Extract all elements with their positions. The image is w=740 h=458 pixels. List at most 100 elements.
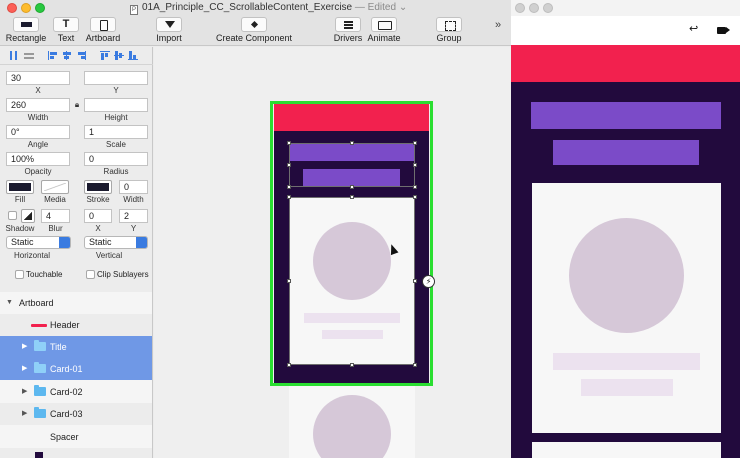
layer-row-card-03[interactable]: ▶ Card-03 xyxy=(0,403,152,425)
toolbar: Rectangle Text Artboard Import Create Co… xyxy=(0,16,511,46)
opacity-field[interactable]: 100% xyxy=(6,152,70,166)
layer-row-artboard[interactable]: ▼ Artboard xyxy=(0,292,152,314)
distribute-vertical-icon[interactable] xyxy=(24,51,34,60)
disclosure-right-icon[interactable]: ▶ xyxy=(22,336,27,358)
layers-panel: ▼ Artboard Header ▶ Title ▶ Card-01 ▶ Ca… xyxy=(0,292,153,458)
undo-icon[interactable]: ↩︎ xyxy=(689,22,698,35)
resize-handle[interactable] xyxy=(413,195,417,199)
clip-sublayers-checkbox[interactable] xyxy=(86,270,95,279)
align-center-vertical-icon[interactable] xyxy=(114,51,124,60)
horizontal-select[interactable]: Static xyxy=(6,236,71,249)
align-right-icon[interactable] xyxy=(76,51,86,60)
resize-handle[interactable] xyxy=(350,195,354,199)
resize-handle[interactable] xyxy=(287,141,291,145)
rectangle-label: Rectangle xyxy=(5,33,47,43)
align-top-icon[interactable] xyxy=(100,51,110,60)
text-button[interactable]: Text xyxy=(51,16,81,43)
shadow-color-swatch[interactable] xyxy=(21,209,35,223)
resize-handle[interactable] xyxy=(413,163,417,167)
vertical-select[interactable]: Static xyxy=(84,236,148,249)
shadow-y-field[interactable]: 2 xyxy=(119,209,148,223)
resize-handle[interactable] xyxy=(350,185,354,189)
principle-window: P 01A_Principle_CC_ScrollableContent_Exer… xyxy=(0,0,511,458)
preview-toolbar: ↩︎ xyxy=(511,16,740,45)
disclosure-right-icon[interactable]: ▶ xyxy=(22,381,27,403)
x-field[interactable]: 30 xyxy=(6,71,70,85)
card-image-placeholder xyxy=(313,395,391,458)
layer-row-spacer[interactable]: Spacer xyxy=(0,426,152,448)
align-center-horizontal-icon[interactable] xyxy=(62,51,72,60)
layer-row-card-02[interactable]: ▶ Card-02 xyxy=(0,381,152,403)
lock-aspect-icon[interactable]: 🔒︎ xyxy=(73,100,81,110)
title-selection-box xyxy=(289,143,415,187)
resize-handle[interactable] xyxy=(287,163,291,167)
camera-icon[interactable] xyxy=(717,27,726,34)
resize-handle[interactable] xyxy=(287,363,291,367)
y-label: Y xyxy=(113,86,119,95)
artboard-button[interactable]: Artboard xyxy=(83,16,123,43)
drivers-button[interactable]: Drivers xyxy=(332,16,364,43)
resize-handle[interactable] xyxy=(350,363,354,367)
lightning-bolt-icon[interactable]: ⚡︎ xyxy=(422,275,435,288)
minimize-window-button[interactable] xyxy=(529,3,539,13)
layer-row-partial[interactable] xyxy=(0,448,152,458)
blur-field[interactable]: 4 xyxy=(41,209,70,223)
layer-row-header[interactable]: Header xyxy=(0,314,152,336)
resize-handle[interactable] xyxy=(413,363,417,367)
group-button[interactable]: Group xyxy=(433,16,465,43)
scale-field[interactable]: 1 xyxy=(84,125,148,139)
layer-row-card-01[interactable]: ▶ Card-01 xyxy=(0,358,152,380)
disclosure-right-icon[interactable]: ▶ xyxy=(22,403,27,425)
distribute-horizontal-icon[interactable] xyxy=(9,51,19,60)
rectangle-button[interactable]: Rectangle xyxy=(4,16,48,43)
radius-label: Radius xyxy=(103,167,129,176)
shadow-checkbox[interactable] xyxy=(8,211,17,220)
zoom-window-button[interactable] xyxy=(35,3,45,13)
close-window-button[interactable] xyxy=(515,3,525,13)
x-label: X xyxy=(35,86,41,95)
shape-line-icon xyxy=(31,324,47,327)
chevron-down-icon[interactable]: ⌄ xyxy=(396,2,407,13)
layer-row-title[interactable]: ▶ Title xyxy=(0,336,152,358)
stroke-width-field[interactable]: 0 xyxy=(119,180,148,194)
resize-handle[interactable] xyxy=(350,141,354,145)
disclosure-down-icon[interactable]: ▼ xyxy=(6,292,13,314)
y-field[interactable] xyxy=(84,71,148,85)
stroke-width-label: Width xyxy=(123,195,144,204)
resize-handle[interactable] xyxy=(413,279,417,283)
resize-handle[interactable] xyxy=(287,195,291,199)
preview-card-02[interactable] xyxy=(532,442,721,458)
angle-label: Angle xyxy=(27,140,49,149)
shadow-x-field[interactable]: 0 xyxy=(84,209,112,223)
touchable-checkbox[interactable] xyxy=(15,270,24,279)
resize-handle[interactable] xyxy=(287,185,291,189)
width-field[interactable]: 260 xyxy=(6,98,70,112)
toolbar-overflow-button[interactable]: » xyxy=(495,19,501,31)
animate-button[interactable]: Animate xyxy=(366,16,402,43)
create-component-button[interactable]: Create Component xyxy=(215,16,293,43)
radius-field[interactable]: 0 xyxy=(84,152,148,166)
fill-swatch[interactable] xyxy=(6,180,34,194)
minimize-window-button[interactable] xyxy=(21,3,31,13)
disclosure-right-icon[interactable]: ▶ xyxy=(22,358,27,380)
resize-handle[interactable] xyxy=(413,185,417,189)
height-field[interactable] xyxy=(84,98,148,112)
edited-status[interactable]: — Edited xyxy=(355,2,396,13)
preview-header xyxy=(511,45,740,82)
import-button[interactable]: Import xyxy=(152,16,186,43)
angle-field[interactable]: 0° xyxy=(6,125,70,139)
resize-handle[interactable] xyxy=(413,141,417,145)
resize-handle[interactable] xyxy=(287,279,291,283)
align-left-icon[interactable] xyxy=(48,51,58,60)
preview-card-01[interactable] xyxy=(532,183,721,433)
layer-label: Spacer xyxy=(50,432,79,442)
media-swatch[interactable] xyxy=(41,180,69,194)
canvas[interactable]: ⚡︎ xyxy=(154,47,511,458)
group-label: Group xyxy=(436,33,462,43)
zoom-window-button[interactable] xyxy=(543,3,553,13)
align-bottom-icon[interactable] xyxy=(128,51,138,60)
preview-title-bar-shape xyxy=(531,102,721,129)
stroke-swatch[interactable] xyxy=(84,180,112,194)
close-window-button[interactable] xyxy=(7,3,17,13)
opacity-label: Opacity xyxy=(24,167,52,176)
